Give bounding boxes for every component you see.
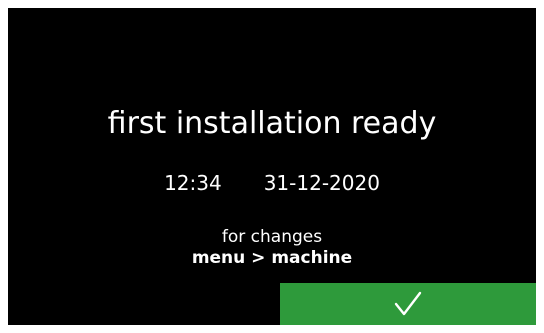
checkmark-icon: [394, 291, 422, 316]
status-title: first installation ready: [107, 106, 437, 141]
date-value: 31-12-2020: [263, 171, 380, 195]
time-value: 12:34: [164, 171, 222, 195]
display-screen: first installation ready 12:34 31-12-2020…: [8, 8, 536, 325]
changes-hint: for changes: [221, 227, 323, 247]
menu-path: menu > machine: [191, 248, 353, 268]
datetime-row: 12:34 31-12-2020: [8, 170, 536, 196]
confirm-button[interactable]: [280, 283, 536, 325]
